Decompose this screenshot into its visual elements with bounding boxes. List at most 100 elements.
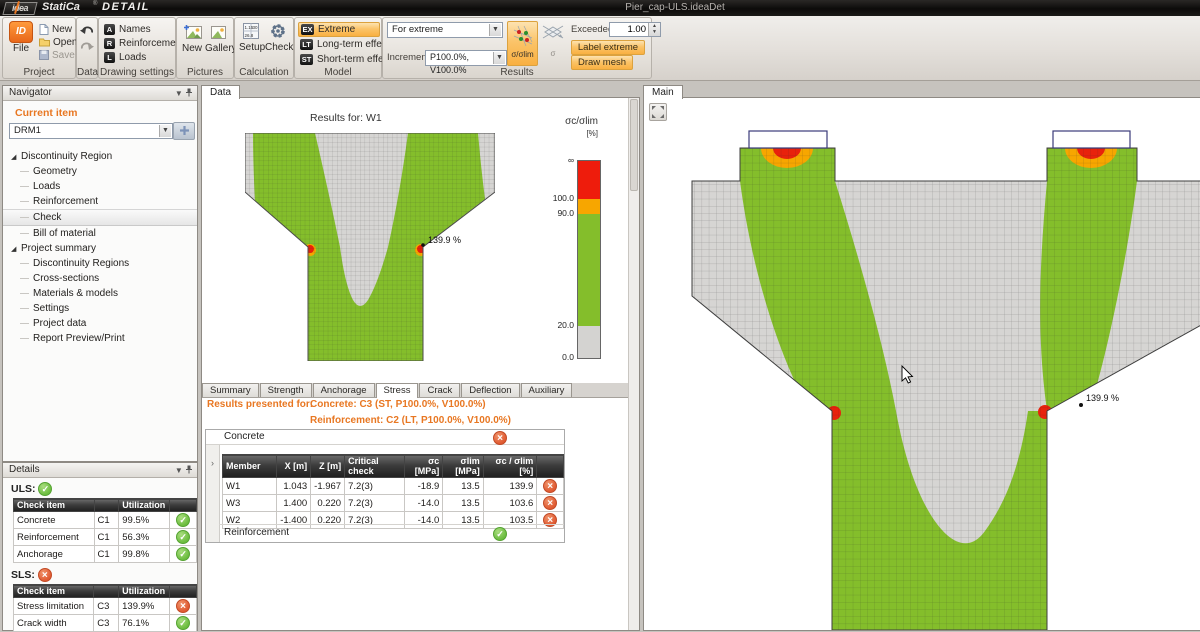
concrete-group-row[interactable]: Concrete xyxy=(206,430,564,445)
nav-item-materials-models[interactable]: Materials & models xyxy=(3,286,197,301)
scale-green-segment xyxy=(578,214,600,326)
reinforcement-pass-icon xyxy=(493,527,507,541)
details-header[interactable]: Details ▼ xyxy=(3,463,197,478)
table-row[interactable]: W11.043-1.9677.2(3)-18.913.5139.9 xyxy=(223,478,564,495)
nav-item-check[interactable]: Check xyxy=(3,209,197,226)
main-mesh-view[interactable]: 139.9 % xyxy=(644,98,1200,630)
tab-data[interactable]: Data xyxy=(201,85,240,99)
tab-stress[interactable]: Stress xyxy=(376,383,419,398)
expander-icon[interactable]: ◢ xyxy=(11,150,21,165)
check-button[interactable]: Check xyxy=(265,23,291,53)
sigma-label: σ xyxy=(540,50,566,58)
new-project-button[interactable]: New xyxy=(39,24,72,35)
node-label: Project summary xyxy=(21,243,96,254)
row-selector-strip[interactable]: › xyxy=(206,444,220,542)
tab-main[interactable]: Main xyxy=(643,85,683,99)
nav-item-geometry[interactable]: Geometry xyxy=(3,164,197,179)
collapse-chevron-icon[interactable]: ▼ xyxy=(175,89,183,98)
tab-strength[interactable]: Strength xyxy=(260,383,312,397)
combination: C3 xyxy=(94,615,119,632)
scrollbar-thumb[interactable] xyxy=(630,99,638,191)
current-item-select[interactable]: DRM1▼ xyxy=(9,123,173,139)
nav-item-cross-sections[interactable]: Cross-sections xyxy=(3,271,197,286)
gallery-button[interactable]: Gallery xyxy=(205,24,231,54)
col-member: Member xyxy=(223,455,277,478)
utilization-value: 76.1% xyxy=(119,615,170,632)
col-ratio: σc / σlim [%] xyxy=(483,455,537,478)
vertical-scrollbar[interactable] xyxy=(628,98,639,630)
fit-to-view-button[interactable] xyxy=(649,103,667,121)
save-button[interactable]: Save xyxy=(39,50,75,61)
setup-button[interactable]: 1.153026.8 Setup xyxy=(239,23,263,53)
collapse-chevron-icon[interactable]: ▼ xyxy=(175,466,183,475)
drawing-group-label: Drawing settings xyxy=(99,67,175,78)
names-icon: A xyxy=(104,24,115,35)
tab-summary[interactable]: Summary xyxy=(202,383,259,397)
main-panel-content: 139.9 % xyxy=(643,97,1200,631)
navigate-button[interactable] xyxy=(173,122,195,140)
tab-crack[interactable]: Crack xyxy=(419,383,460,397)
table-row[interactable]: ReinforcementC156.3% xyxy=(14,529,197,546)
nav-item-bill-of-material[interactable]: Bill of material xyxy=(3,226,197,241)
check-item-name: Stress limitation xyxy=(14,598,94,615)
loads-toggle[interactable]: LLoads xyxy=(104,52,146,63)
presented-concrete: Concrete: C3 (ST, P100.0%, V100.0%) xyxy=(310,399,486,410)
ribbon: ID File New Open Save Project Data AName… xyxy=(0,16,1200,81)
extreme-type-value: For extreme xyxy=(392,24,443,35)
exceeded-scale-input[interactable]: 1.00▲▼ xyxy=(609,22,661,37)
nav-item-settings[interactable]: Settings xyxy=(3,301,197,316)
results-grid: › Concrete Member X [m] Z [m] Critical c… xyxy=(205,429,565,543)
col-utilization: Utilization xyxy=(119,499,170,512)
tab-anchorage[interactable]: Anchorage xyxy=(313,383,375,397)
sigma-toggle[interactable]: σ xyxy=(540,21,566,64)
label-extreme-toggle[interactable]: Label extreme xyxy=(571,40,645,55)
logo-detail-text: DETAIL xyxy=(102,1,150,13)
nav-item-reinforcement[interactable]: Reinforcement xyxy=(3,194,197,209)
drm-mesh-preview[interactable]: 139.9 % xyxy=(245,133,495,361)
short-term-toggle[interactable]: STShort-term effect xyxy=(300,54,391,65)
picture-new-button[interactable]: New xyxy=(181,24,203,54)
scale-tick-90: 90.0 xyxy=(538,208,574,218)
table-row[interactable]: Stress limitationC3139.9% xyxy=(14,598,197,615)
nav-item-report-preview-print[interactable]: Report Preview/Print xyxy=(3,331,197,346)
table-row[interactable]: Crack widthC376.1% xyxy=(14,615,197,632)
check-item-name: Concrete xyxy=(14,512,95,529)
open-button[interactable]: Open xyxy=(39,37,77,48)
check-item-name: Crack width xyxy=(14,615,94,632)
col-sigma-lim: σlim [MPa] xyxy=(443,455,483,478)
sigma-lim-toggle[interactable]: σ/σlim xyxy=(507,21,538,66)
expander-icon[interactable]: ◢ xyxy=(11,242,21,257)
extreme-point-dot xyxy=(421,243,425,247)
tab-deflection[interactable]: Deflection xyxy=(461,383,519,397)
navigator-title: Navigator xyxy=(9,87,52,98)
table-row[interactable]: AnchorageC199.8% xyxy=(14,546,197,563)
tab-label: Anchorage xyxy=(321,385,367,396)
app-window: idea StatiCa ® DETAIL Pier_cap-ULS.ideaD… xyxy=(0,0,1200,630)
file-button[interactable]: ID File xyxy=(8,21,34,54)
reinforcement-group-row[interactable]: Reinforcement xyxy=(219,524,564,541)
nav-node-discontinuity-region[interactable]: ◢Discontinuity Region xyxy=(3,149,197,164)
extreme-type-select[interactable]: For extreme▼ xyxy=(387,22,503,38)
long-term-toggle[interactable]: LTLong-term effect xyxy=(300,39,390,50)
navigator-header[interactable]: Navigator ▼ xyxy=(3,86,197,101)
node-label: Project data xyxy=(33,318,86,329)
names-toggle[interactable]: ANames xyxy=(104,24,151,35)
nav-node-project-summary[interactable]: ◢Project summary xyxy=(3,241,197,256)
pin-icon[interactable] xyxy=(185,88,193,97)
increment-select[interactable]: P100.0%, V100.0%▼ xyxy=(425,50,507,66)
spinner-arrows[interactable]: ▲▼ xyxy=(648,23,660,36)
tab-auxiliary[interactable]: Auxiliary xyxy=(521,383,573,397)
redo-icon[interactable] xyxy=(80,42,94,53)
extreme-value-label: 139.9 % xyxy=(428,235,461,245)
pin-icon[interactable] xyxy=(185,465,193,474)
extreme-toggle[interactable]: EXExtreme xyxy=(298,22,380,37)
nav-item-project-data[interactable]: Project data xyxy=(3,316,197,331)
undo-icon[interactable] xyxy=(80,26,94,37)
ratio-cell: 139.9 xyxy=(483,478,537,495)
nav-item-loads[interactable]: Loads xyxy=(3,179,197,194)
table-row[interactable]: ConcreteC199.5% xyxy=(14,512,197,529)
nav-item-discontinuity-regions[interactable]: Discontinuity Regions xyxy=(3,256,197,271)
open-label: Open xyxy=(53,37,77,48)
reinforcement-toggle[interactable]: RReinforcement xyxy=(104,38,184,49)
table-row[interactable]: W31.4000.2207.2(3)-14.013.5103.6 xyxy=(223,495,564,512)
